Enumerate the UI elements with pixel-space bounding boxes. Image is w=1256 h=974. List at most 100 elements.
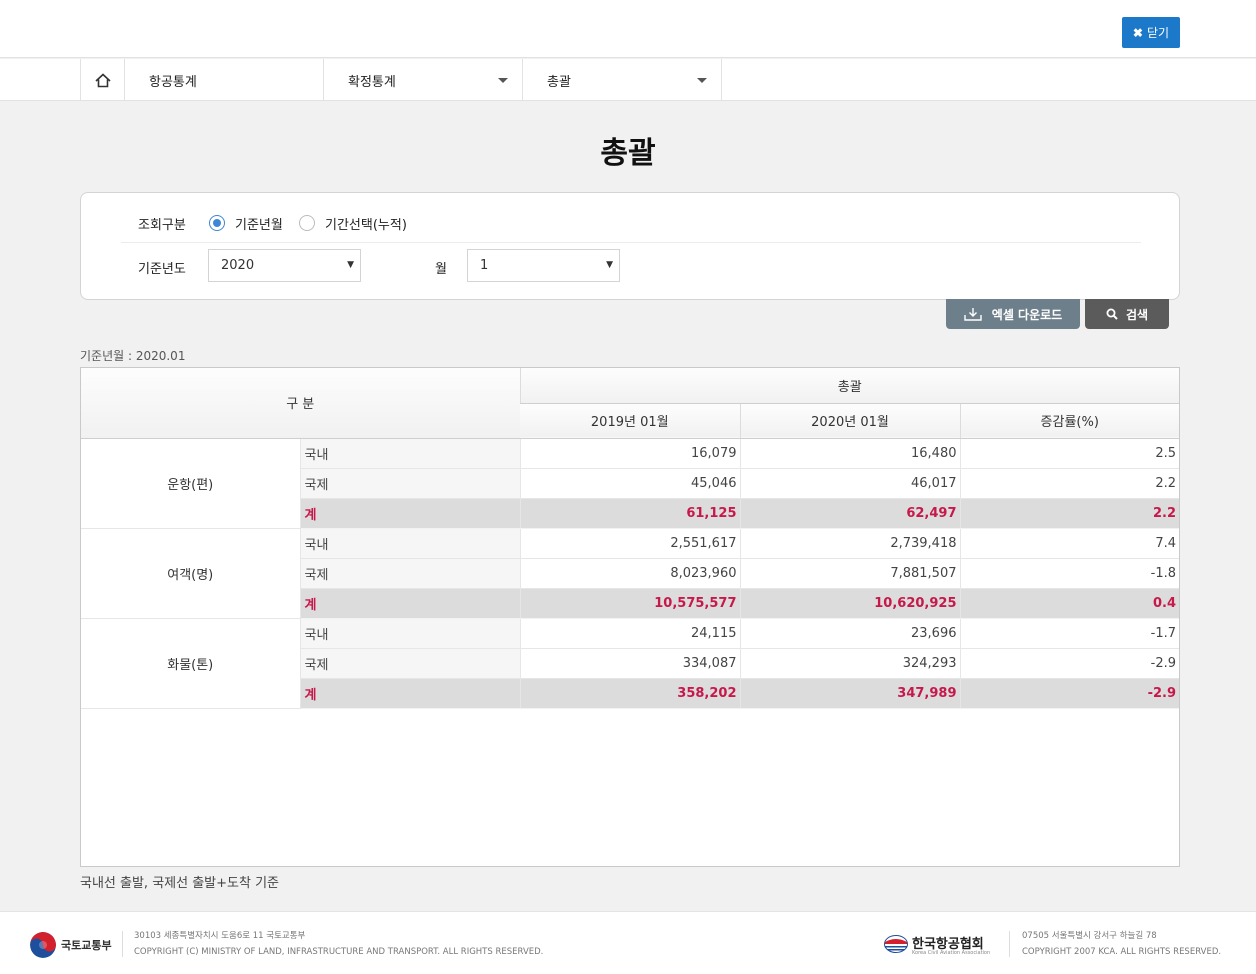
cell-2020: 10,620,925 <box>739 588 960 619</box>
month-value: 1 <box>480 258 489 273</box>
cell-2019: 8,023,960 <box>519 558 740 589</box>
cell-rate: -2.9 <box>959 648 1179 679</box>
breadcrumb-item-aviation-stats[interactable]: 항공통계 <box>125 59 324 101</box>
row-sub-label-total: 계 <box>299 678 520 709</box>
row-sub-label: 국제 <box>299 648 520 679</box>
row-sub-label: 국내 <box>299 437 520 469</box>
excel-download-button[interactable]: 엑셀 다운로드 <box>946 299 1080 329</box>
molit-logo-icon <box>30 932 56 958</box>
base-year-label: 기준년도 <box>138 262 186 277</box>
breadcrumb-dropdown-confirmed-stats[interactable]: 확정통계 <box>324 59 523 101</box>
breadcrumb: 항공통계 확정통계 총괄 <box>0 59 1256 101</box>
cell-2019: 16,079 <box>519 437 740 469</box>
month-select[interactable]: 1 ▼ <box>467 249 620 282</box>
base-year-select[interactable]: 2020 ▼ <box>208 249 361 282</box>
molit-address: 30103 세종특별자치시 도움6로 11 국토교통부 <box>134 931 306 941</box>
search-filter-panel: 조회구분 기준년월 기간선택(누적) 기준년도 2020 ▼ 월 1 ▼ <box>80 192 1180 300</box>
page-title: 총괄 <box>600 136 656 171</box>
base-month-text: 기준년월 : 2020.01 <box>80 349 186 363</box>
summary-table: 구 분 총괄 2019년 01월 2020년 01월 증감률(%) 운항(편) … <box>81 368 1179 709</box>
cell-2019: 61,125 <box>519 498 740 529</box>
row-sub-label: 국제 <box>299 558 520 589</box>
home-button[interactable] <box>80 59 125 101</box>
month-label: 월 <box>435 262 447 277</box>
table-row: 운항(편) 국내 16,079 16,480 2.5 <box>81 437 1179 529</box>
breadcrumb-dropdown-summary[interactable]: 총괄 <box>523 59 722 101</box>
cell-rate: 7.4 <box>959 528 1179 559</box>
kca-address: 07505 서울특별시 강서구 하늘길 78 <box>1022 931 1157 941</box>
cell-2020: 7,881,507 <box>739 558 960 589</box>
select-arrow-icon: ▼ <box>606 260 613 270</box>
cell-rate: -1.7 <box>959 618 1179 649</box>
cell-2020: 324,293 <box>739 648 960 679</box>
row-sub-label-total: 계 <box>299 588 520 619</box>
cell-rate: 2.2 <box>959 498 1179 529</box>
search-icon <box>1106 308 1118 320</box>
cell-rate: 2.5 <box>959 437 1179 469</box>
cell-2020: 46,017 <box>739 468 960 499</box>
cell-2019: 2,551,617 <box>519 528 740 559</box>
search-button[interactable]: 검색 <box>1085 299 1169 329</box>
footer-divider <box>1009 931 1010 957</box>
cell-2019: 334,087 <box>519 648 740 679</box>
kca-logo-icon <box>884 935 908 957</box>
select-arrow-icon: ▼ <box>347 260 354 270</box>
table-row: 화물(톤) 국내 24,115 23,696 -1.7 <box>81 618 1179 709</box>
header-group-summary: 총괄 <box>519 368 1179 404</box>
breadcrumb-label: 총괄 <box>547 74 571 90</box>
cell-2020: 23,696 <box>739 618 960 649</box>
close-icon: ✖ <box>1132 25 1143 40</box>
radio-base-month[interactable] <box>209 215 225 231</box>
cell-2020: 2,739,418 <box>739 528 960 559</box>
header-2020-01: 2020년 01월 <box>739 403 960 439</box>
footer-divider <box>122 931 123 957</box>
group-label-passengers: 여객(명) <box>81 528 300 619</box>
search-button-label: 검색 <box>1125 307 1149 322</box>
close-button-label: 닫기 <box>1146 26 1170 40</box>
cell-rate: 2.2 <box>959 468 1179 499</box>
breadcrumb-label: 확정통계 <box>348 74 396 90</box>
group-label-flights: 운항(편) <box>81 437 300 529</box>
radio-period-cumulative-label[interactable]: 기간선택(누적) <box>325 214 407 233</box>
cell-2020: 16,480 <box>739 437 960 469</box>
row-sub-label-total: 계 <box>299 498 520 529</box>
header-category: 구 분 <box>81 368 520 439</box>
cell-2019: 10,575,577 <box>519 588 740 619</box>
header-change-rate: 증감률(%) <box>959 403 1179 439</box>
summary-table-container: 구 분 총괄 2019년 01월 2020년 01월 증감률(%) 운항(편) … <box>80 367 1180 867</box>
cell-rate: -2.9 <box>959 678 1179 709</box>
table-row: 여객(명) 국내 2,551,617 2,739,418 7.4 <box>81 528 1179 619</box>
row-sub-label: 국내 <box>299 528 520 559</box>
kca-info: 07505 서울특별시 강서구 하늘길 78 COPYRIGHT 2007 KC… <box>1022 928 1221 960</box>
row-sub-label: 국내 <box>299 618 520 649</box>
radio-base-month-label[interactable]: 기준년월 <box>235 214 283 233</box>
cell-2019: 358,202 <box>519 678 740 709</box>
footer: 국토교통부 30103 세종특별자치시 도움6로 11 국토교통부 COPYRI… <box>0 911 1256 974</box>
caret-down-icon <box>498 78 508 83</box>
cell-2020: 347,989 <box>739 678 960 709</box>
kca-copyright: COPYRIGHT 2007 KCA. ALL RIGHTS RESERVED. <box>1022 947 1222 957</box>
molit-copyright: COPYRIGHT (C) MINISTRY OF LAND, INFRASTR… <box>134 947 544 957</box>
header-2019-01: 2019년 01월 <box>520 403 740 439</box>
molit-info: 30103 세종특별자치시 도움6로 11 국토교통부 COPYRIGHT (C… <box>134 928 543 960</box>
radio-period-cumulative[interactable] <box>299 215 315 231</box>
excel-download-label: 엑셀 다운로드 <box>991 307 1063 322</box>
query-type-label: 조회구분 <box>138 218 186 233</box>
cell-rate: -1.8 <box>959 558 1179 589</box>
group-label-cargo: 화물(톤) <box>81 618 300 709</box>
download-icon <box>964 308 982 321</box>
cell-2019: 24,115 <box>519 618 740 649</box>
top-bar: ✖ 닫기 <box>0 0 1256 58</box>
cell-rate: 0.4 <box>959 588 1179 619</box>
caret-down-icon <box>697 78 707 83</box>
cell-2019: 45,046 <box>519 468 740 499</box>
table-footnote: 국내선 출발, 국제선 출발+도착 기준 <box>80 876 279 891</box>
close-button[interactable]: ✖ 닫기 <box>1122 17 1180 48</box>
cell-2020: 62,497 <box>739 498 960 529</box>
row-sub-label: 국제 <box>299 468 520 499</box>
home-icon <box>94 72 111 87</box>
molit-name: 국토교통부 <box>61 939 112 952</box>
query-type-row: 조회구분 기준년월 기간선택(누적) <box>121 193 1141 243</box>
kca-english-name: Korea Civil Aviation Association <box>912 950 991 956</box>
base-year-value: 2020 <box>221 258 255 273</box>
